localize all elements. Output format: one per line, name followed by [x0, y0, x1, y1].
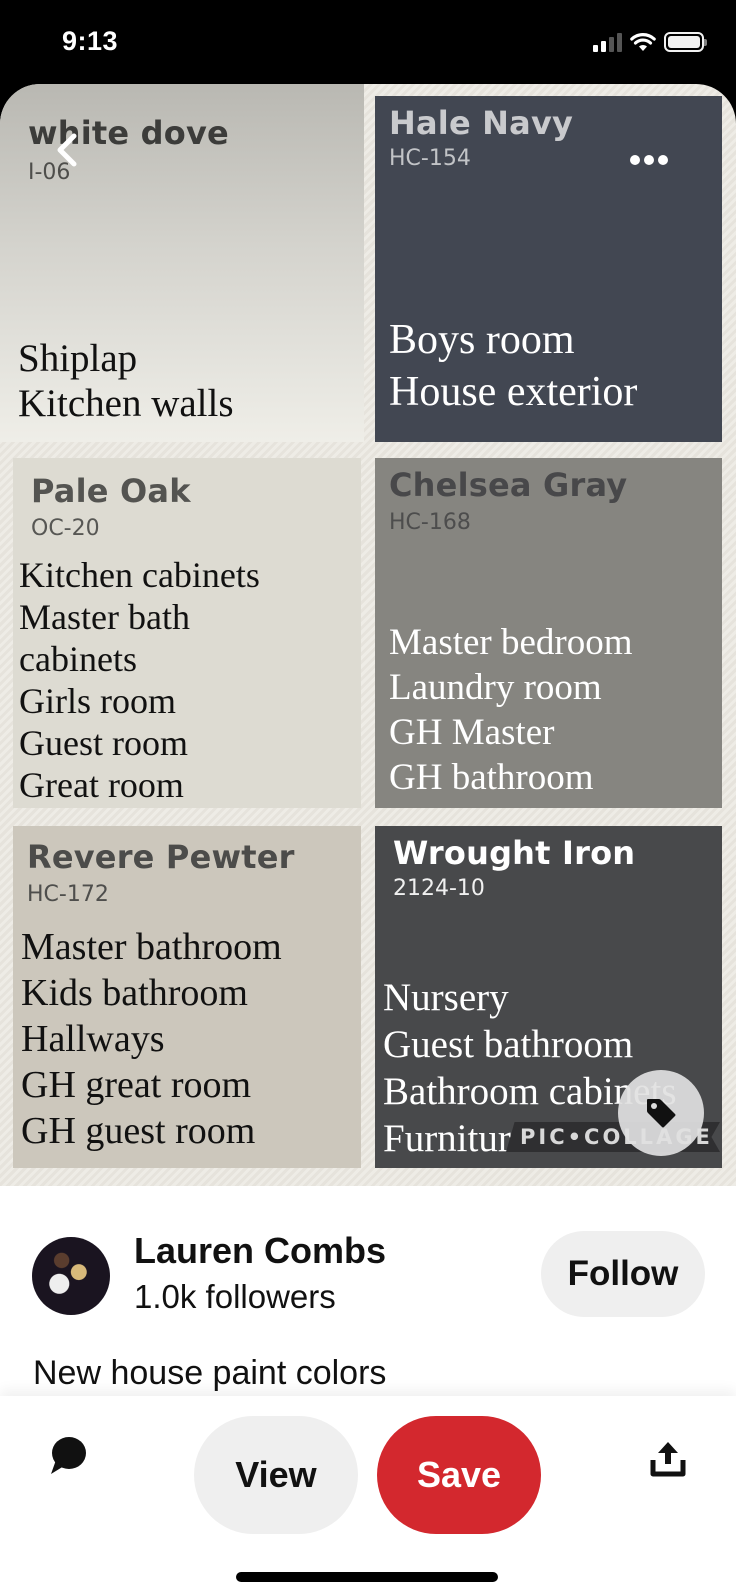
status-icons — [593, 32, 707, 52]
swatch-chelsea-gray: Chelsea Gray HC-168 Master bedroom Laund… — [375, 458, 722, 808]
swatch-uses: Shiplap Kitchen walls — [18, 336, 234, 426]
use-item: Guest room — [19, 723, 188, 763]
author-name[interactable]: Lauren Combs — [134, 1230, 386, 1272]
shop-tag-button[interactable] — [618, 1070, 704, 1156]
pin-description: New house paint colors — [33, 1354, 387, 1392]
use-item: Master bathroom — [21, 926, 282, 968]
use-item: Master bedroom — [389, 622, 633, 663]
follow-button[interactable]: Follow — [541, 1231, 705, 1317]
cellular-signal-icon — [593, 32, 622, 52]
more-options-button[interactable] — [630, 148, 680, 172]
use-item: Kitchen cabinets — [19, 555, 260, 595]
use-item: Kids bathroom — [21, 972, 248, 1014]
use-item: Nursery — [383, 976, 509, 1019]
swatch-code: HC-154 — [389, 146, 471, 171]
use-item: Shiplap — [18, 337, 138, 380]
use-item: GH Master — [389, 712, 555, 753]
use-item: Laundry room — [389, 667, 602, 708]
home-indicator[interactable] — [236, 1572, 498, 1582]
swatch-name: Chelsea Gray — [389, 466, 628, 504]
share-icon — [650, 1442, 686, 1477]
comment-button[interactable] — [46, 1434, 90, 1478]
swatch-uses: Kitchen cabinets Master bath cabinets Gi… — [19, 554, 260, 806]
use-item: Great room — [19, 765, 184, 805]
swatch-name: Revere Pewter — [27, 838, 295, 876]
status-time: 9:13 — [62, 26, 119, 56]
use-item: Master bath — [19, 597, 190, 637]
use-item: House exterior — [389, 369, 638, 415]
use-item: Girls room — [19, 681, 176, 721]
swatch-code: 2124-10 — [393, 876, 485, 901]
save-button[interactable]: Save — [377, 1416, 541, 1534]
use-item: GH guest room — [21, 1110, 256, 1152]
comment-icon — [51, 1437, 86, 1474]
use-item: Guest bathroom — [383, 1023, 634, 1066]
pin-image[interactable]: white dove I-06 Shiplap Kitchen walls Ha… — [0, 84, 736, 1186]
swatch-name: Hale Navy — [389, 104, 574, 142]
pin-info: Lauren Combs 1.0k followers Follow New h… — [0, 1186, 736, 1396]
use-item: Kitchen walls — [18, 382, 234, 425]
more-horizontal-icon — [630, 155, 640, 165]
battery-icon — [664, 32, 707, 52]
share-button[interactable] — [648, 1436, 688, 1480]
swatch-revere-pewter: Revere Pewter HC-172 Master bathroom Kid… — [13, 826, 361, 1168]
swatch-code: OC-20 — [31, 516, 100, 541]
use-item: cabinets — [19, 639, 137, 679]
author-avatar[interactable] — [32, 1237, 110, 1315]
swatch-uses: Boys room House exterior — [389, 314, 637, 418]
swatch-uses: Master bathroom Kids bathroom Hallways G… — [21, 924, 282, 1154]
wifi-icon — [630, 33, 656, 51]
use-item: Hallways — [21, 1018, 165, 1060]
follower-count: 1.0k followers — [134, 1278, 336, 1315]
swatch-code: HC-172 — [27, 882, 109, 907]
back-button[interactable] — [52, 132, 82, 168]
swatch-code: HC-168 — [389, 510, 471, 535]
tag-icon — [647, 1099, 676, 1128]
use-item: GH great room — [21, 1064, 252, 1106]
chevron-left-icon — [57, 133, 77, 167]
swatch-name: Wrought Iron — [393, 834, 636, 872]
action-bar: View Save — [0, 1396, 736, 1593]
swatch-name: Pale Oak — [31, 472, 191, 510]
use-item: GH bathroom — [389, 757, 594, 798]
use-item: Boys room — [389, 317, 575, 363]
swatch-uses: Master bedroom Laundry room GH Master GH… — [389, 620, 633, 800]
view-button[interactable]: View — [194, 1416, 358, 1534]
swatch-pale-oak: Pale Oak OC-20 Kitchen cabinets Master b… — [13, 458, 361, 808]
status-bar: 9:13 — [0, 0, 736, 88]
